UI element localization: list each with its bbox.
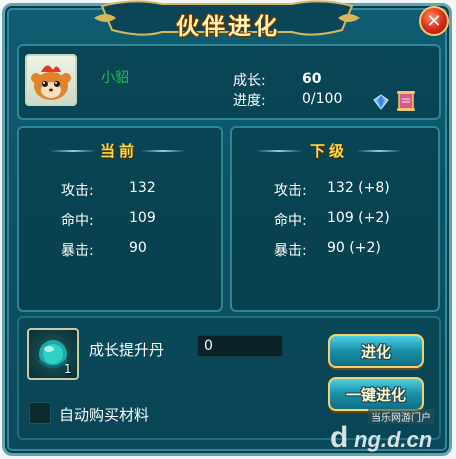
current-crit-value: 90 [129,240,147,256]
next-header: 下级 [310,142,349,160]
current-attack-value: 132 [129,180,156,196]
next-attack-label: 攻击: [274,183,307,199]
header-ornament-left [50,150,96,152]
evolve-button[interactable]: 进化 [328,334,424,368]
monkey-pet-portrait-icon [31,65,71,100]
growth-label: 成长: [233,73,266,89]
dialog-title: 伙伴进化 [176,13,280,40]
next-hit-label: 命中: [274,213,307,229]
scroll-icon[interactable] [397,90,415,112]
auto-buy-label: 自动购买材料 [59,406,150,424]
close-button[interactable]: ✕ [419,6,449,36]
material-count: 1 [64,362,72,376]
next-attack-value: 132 (+8) [327,180,390,196]
watermark-logo-text: ng.d.cn [354,427,432,452]
current-header: 当前 [100,142,139,160]
quantity-input[interactable] [197,335,283,357]
material-name: 成长提升丹 [89,341,165,359]
svg-text:d: d [330,421,348,454]
diamond-icon[interactable] [373,94,389,110]
one-key-evolve-button[interactable]: 一键进化 [328,377,424,411]
progress-value: 0/100 [302,91,343,107]
next-crit-label: 暴击: [274,243,307,259]
pet-portrait[interactable] [25,54,77,106]
evolve-button-label: 进化 [360,342,391,361]
next-hit-value: 109 (+2) [327,210,390,226]
pet-name: 小貂 [101,70,129,86]
current-attack-label: 攻击: [61,183,94,199]
current-hit-label: 命中: [61,213,94,229]
header-ornament-right [140,150,186,152]
growth-value: 60 [302,71,322,87]
watermark-logo: d ng.d.cn [330,421,432,454]
current-crit-label: 暴击: [61,243,94,259]
header-ornament-left [256,150,302,152]
next-crit-value: 90 (+2) [327,240,381,256]
header-ornament-right [356,150,402,152]
one-key-evolve-button-label: 一键进化 [345,385,406,404]
current-hit-value: 109 [129,210,156,226]
auto-buy-checkbox[interactable] [29,402,51,424]
close-icon: ✕ [426,10,442,32]
progress-label: 进度: [233,93,266,109]
